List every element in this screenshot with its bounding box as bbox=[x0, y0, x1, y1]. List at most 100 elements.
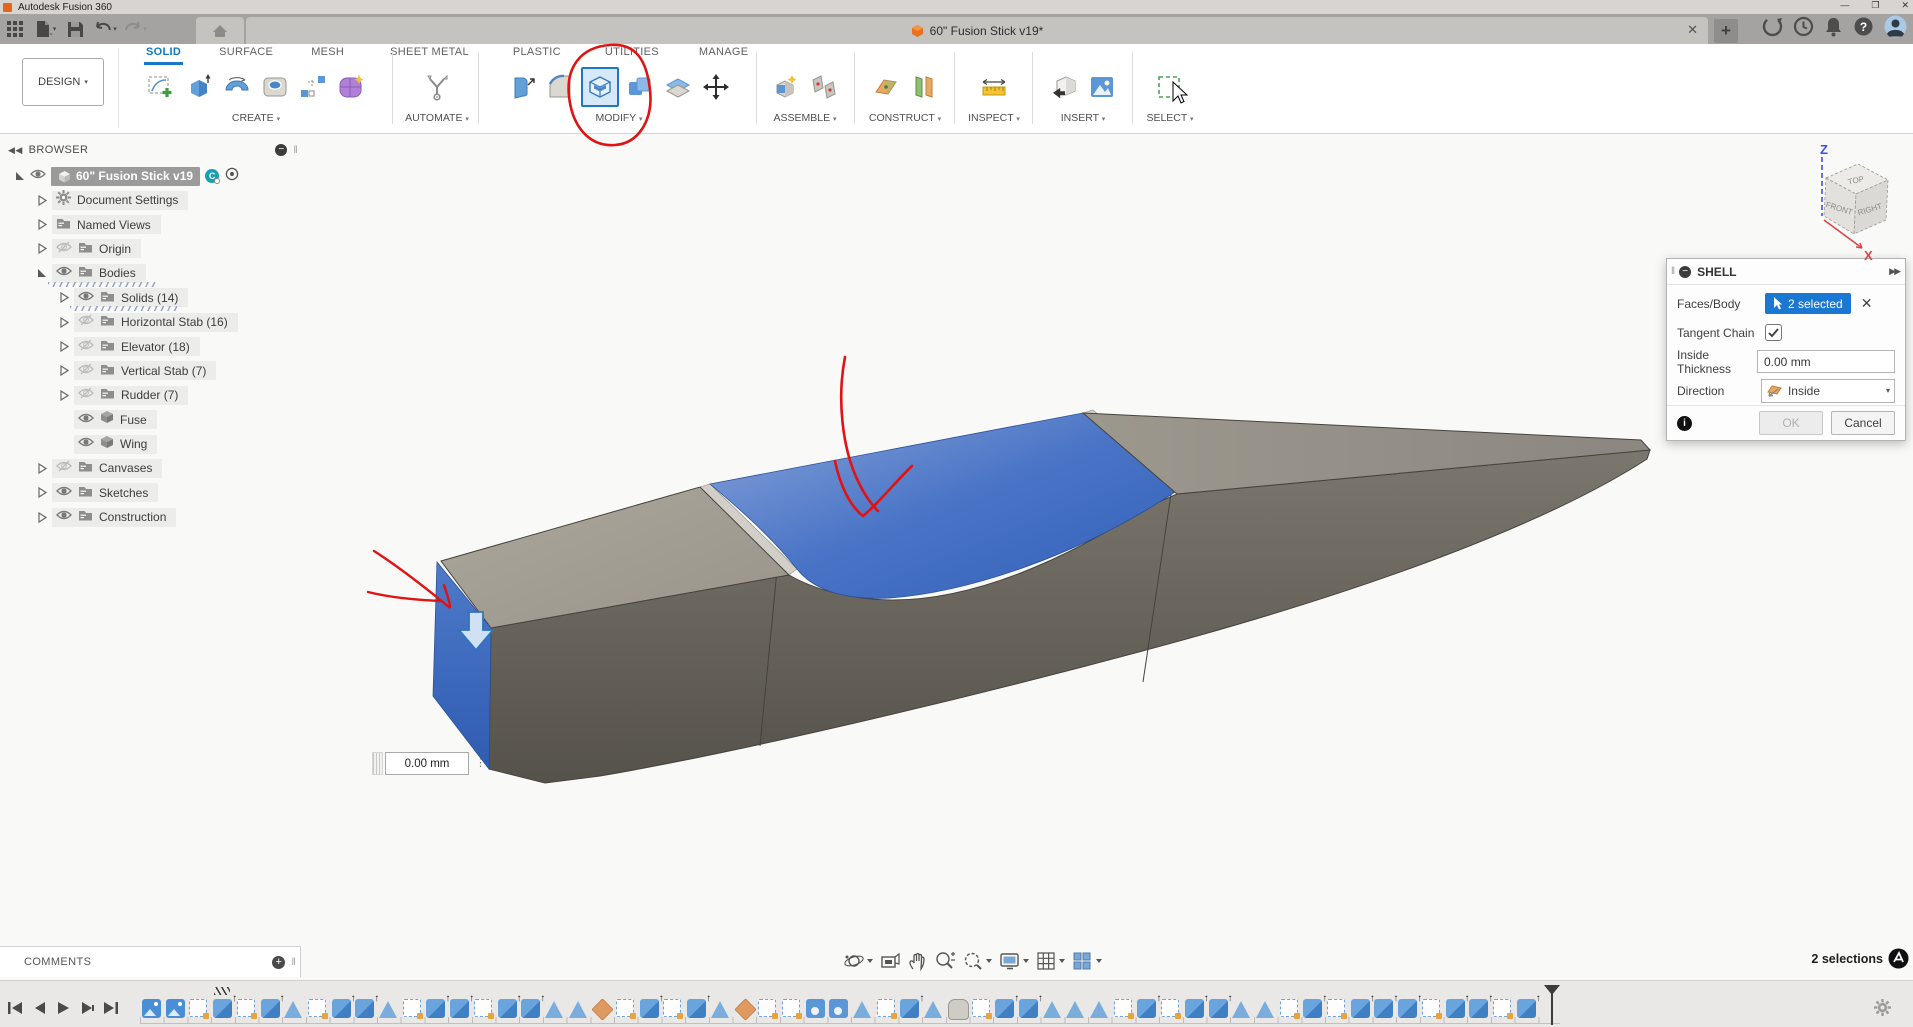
expander-icon[interactable] bbox=[58, 341, 70, 352]
timeline-playhead[interactable] bbox=[1551, 985, 1553, 1025]
browser-item-wing[interactable]: Wing bbox=[0, 432, 302, 456]
grid-snap-tool[interactable] bbox=[1036, 951, 1065, 971]
pattern-icon[interactable] bbox=[296, 67, 330, 107]
expander-icon[interactable] bbox=[36, 512, 48, 523]
file-menu-icon[interactable]: ▾ bbox=[30, 16, 60, 42]
browser-item-construction[interactable]: Construction bbox=[0, 505, 302, 529]
expander-icon[interactable] bbox=[58, 365, 70, 376]
browser-grip[interactable]: ‖ bbox=[293, 145, 298, 156]
timeline-item-mirror[interactable] bbox=[1232, 1001, 1250, 1018]
expander-icon[interactable] bbox=[14, 171, 26, 181]
timeline-item-hole[interactable] bbox=[806, 999, 825, 1018]
expander-icon[interactable] bbox=[36, 268, 48, 278]
dimension-more-handle[interactable]: ⋮ bbox=[475, 760, 486, 767]
visibility-eye-icon[interactable] bbox=[56, 459, 72, 477]
collapse-panel-icon[interactable]: ◀◀ bbox=[8, 145, 23, 156]
inside-thickness-input[interactable] bbox=[1757, 350, 1895, 373]
timeline-item-sketch[interactable] bbox=[403, 999, 421, 1017]
expander-icon[interactable] bbox=[58, 390, 70, 401]
dimension-drag-handle[interactable] bbox=[372, 752, 383, 775]
revolve-icon[interactable] bbox=[220, 67, 254, 107]
close-button[interactable]: ✕ bbox=[1901, 0, 1909, 11]
dialog-grip[interactable]: ‖ bbox=[1671, 266, 1675, 277]
timeline-item-extrude[interactable] bbox=[498, 999, 517, 1018]
browser-item-horizontal-stab-16-[interactable]: Horizontal Stab (16) bbox=[0, 310, 302, 334]
timeline-item-extrude[interactable] bbox=[213, 999, 232, 1018]
job-status-clock-icon[interactable] bbox=[1793, 16, 1814, 42]
viewcube[interactable]: Z X TOP FRONT RIGHT bbox=[1790, 134, 1913, 269]
browser-item-bodies[interactable]: Bodies bbox=[0, 261, 302, 285]
direction-dropdown[interactable]: Inside ▾ bbox=[1761, 379, 1895, 403]
combine-icon[interactable] bbox=[623, 67, 657, 107]
expander-icon[interactable] bbox=[36, 463, 48, 474]
timeline-item-sketch[interactable] bbox=[616, 999, 634, 1017]
expander-icon[interactable] bbox=[36, 487, 48, 498]
timeline-item-extrude[interactable] bbox=[1137, 999, 1156, 1018]
timeline-item-sketch[interactable] bbox=[237, 999, 255, 1017]
extensions-icon[interactable] bbox=[1762, 16, 1783, 42]
expander-icon[interactable] bbox=[36, 219, 48, 230]
timeline-item-sketch[interactable] bbox=[1161, 999, 1179, 1017]
timeline-item-mirror[interactable] bbox=[853, 1001, 871, 1018]
insert-canvas-icon[interactable] bbox=[1085, 67, 1119, 107]
viewport-canvas[interactable]: ◀◀ BROWSER − ‖ 60" Fusion Stick v19 C bbox=[0, 134, 1913, 980]
user-avatar[interactable] bbox=[1884, 15, 1907, 43]
timeline-item-mirror[interactable] bbox=[569, 1001, 587, 1018]
visibility-eye-icon[interactable] bbox=[78, 338, 94, 356]
zoom-tool[interactable] bbox=[934, 951, 955, 971]
timeline-item-extrude[interactable] bbox=[1446, 999, 1465, 1018]
create-form-icon[interactable] bbox=[334, 67, 368, 107]
timeline-item-mirror[interactable] bbox=[1090, 1001, 1108, 1018]
timeline-item-sketch[interactable] bbox=[1493, 999, 1511, 1017]
group-label-inspect[interactable]: INSPECT bbox=[968, 112, 1013, 124]
cancel-button[interactable]: Cancel bbox=[1831, 411, 1895, 435]
timeline-item-sketch[interactable] bbox=[1280, 999, 1298, 1017]
timeline-item-mirror[interactable] bbox=[545, 1001, 563, 1018]
visibility-eye-icon[interactable] bbox=[56, 484, 72, 502]
timeline-item-mirror[interactable] bbox=[1256, 1001, 1274, 1018]
timeline-item-sketch[interactable] bbox=[474, 999, 492, 1017]
selection-chip[interactable]: 2 selected bbox=[1765, 293, 1851, 314]
look-at-tool[interactable] bbox=[880, 951, 900, 971]
group-label-create[interactable]: CREATE bbox=[232, 112, 274, 124]
joint-icon[interactable] bbox=[807, 67, 841, 107]
group-label-automate[interactable]: AUTOMATE bbox=[405, 112, 462, 124]
new-tab-button[interactable]: + bbox=[1714, 19, 1738, 43]
timeline-item-mirror[interactable] bbox=[1043, 1001, 1061, 1018]
browser-item-document-settings[interactable]: Document Settings bbox=[0, 188, 302, 212]
timeline-item-sketch[interactable] bbox=[308, 999, 326, 1017]
automate-icon[interactable] bbox=[420, 67, 454, 107]
notifications-bell-icon[interactable] bbox=[1824, 16, 1843, 42]
timeline-item-extrude[interactable] bbox=[521, 999, 540, 1018]
shell-icon[interactable] bbox=[581, 67, 619, 107]
timeline-item-extrude[interactable] bbox=[687, 999, 706, 1018]
pan-tool[interactable] bbox=[907, 951, 927, 971]
tab-manage[interactable]: MANAGE bbox=[699, 46, 748, 62]
timeline-item-extrude[interactable] bbox=[1019, 999, 1038, 1018]
timeline-item-extrude[interactable] bbox=[332, 999, 351, 1018]
timeline-item-extrude[interactable] bbox=[995, 999, 1014, 1018]
browser-item-vertical-stab-7-[interactable]: Vertical Stab (7) bbox=[0, 359, 302, 383]
display-settings-tool[interactable] bbox=[999, 951, 1029, 971]
browser-item-fuse[interactable]: Fuse bbox=[0, 408, 302, 432]
browser-item-sketches[interactable]: Sketches bbox=[0, 481, 302, 505]
comments-panel[interactable]: COMMENTS + ‖ bbox=[0, 946, 301, 977]
expander-icon[interactable] bbox=[58, 292, 70, 303]
timeline-item-extrude[interactable] bbox=[640, 999, 659, 1018]
browser-item-rudder-7-[interactable]: Rudder (7) bbox=[0, 383, 302, 407]
visibility-eye-icon[interactable] bbox=[78, 289, 94, 307]
browser-item-canvases[interactable]: Canvases bbox=[0, 456, 302, 480]
timeline-item-sketch[interactable] bbox=[663, 999, 681, 1017]
move-copy-icon[interactable] bbox=[699, 67, 733, 107]
tab-sheet-metal[interactable]: SHEET METAL bbox=[390, 46, 469, 62]
group-label-modify[interactable]: MODIFY bbox=[595, 112, 636, 124]
timeline-item-extrude[interactable] bbox=[1209, 999, 1228, 1018]
visibility-eye-icon[interactable] bbox=[56, 508, 72, 526]
fillet-icon[interactable] bbox=[543, 67, 577, 107]
visibility-eye-icon[interactable] bbox=[56, 264, 72, 282]
expander-icon[interactable] bbox=[58, 317, 70, 328]
timeline-item-sketch[interactable] bbox=[189, 999, 207, 1017]
help-icon[interactable]: ? bbox=[1853, 16, 1874, 42]
tab-surface[interactable]: SURFACE bbox=[219, 46, 273, 62]
create-sketch-icon[interactable] bbox=[144, 67, 178, 107]
